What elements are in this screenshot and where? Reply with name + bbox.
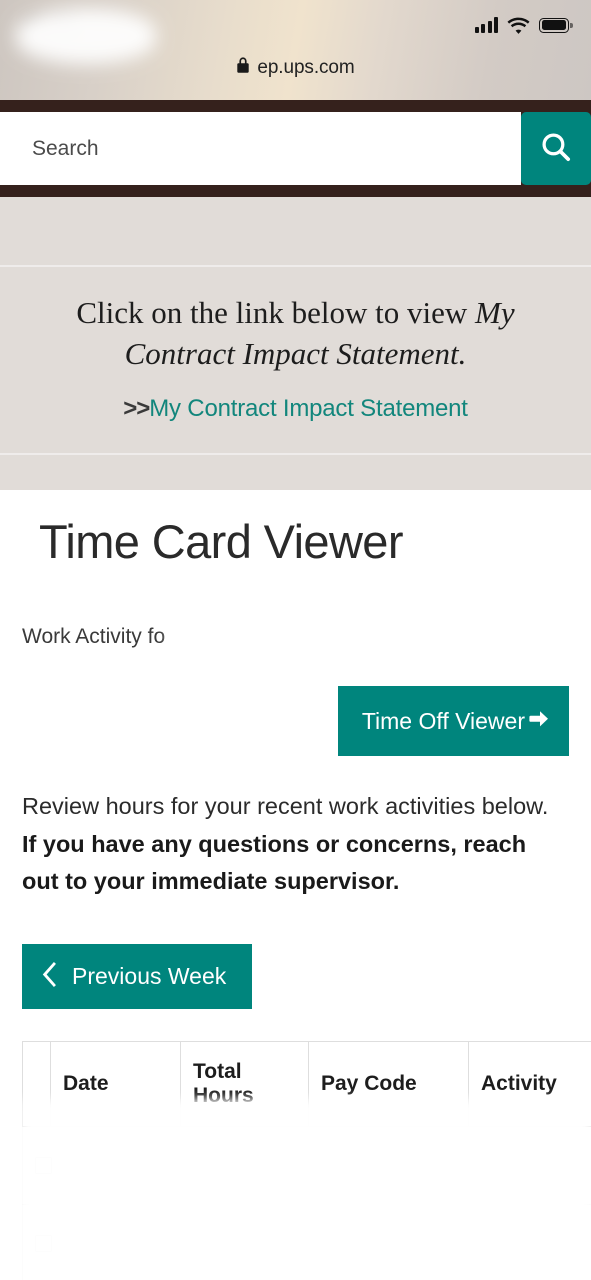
cell-pay-code [308, 1204, 469, 1280]
url-text: ep.ups.com [257, 56, 355, 78]
column-header-select [22, 1041, 51, 1128]
banner-heading-plain: Click on the link below to view [76, 295, 476, 330]
cellular-signal-icon [474, 17, 498, 33]
column-header-total-hours: Total Hours [180, 1041, 309, 1128]
wifi-icon [507, 17, 530, 34]
table-header-row: Date Total Hours Pay Code Activity [22, 1041, 591, 1128]
previous-week-button[interactable]: Previous Week [22, 944, 253, 1010]
banner-link-row: >>My Contract Impact Statement [18, 395, 573, 423]
contract-impact-banner: Click on the link below to view My Contr… [0, 265, 591, 453]
contract-impact-statement-link[interactable]: My Contract Impact Statement [149, 395, 468, 422]
column-header-activity: Activity [468, 1041, 591, 1128]
page-title: Time Card Viewer [39, 514, 404, 568]
cell-total-hours [180, 1204, 309, 1280]
intro-paragraph: Review hours for your recent work activi… [22, 793, 549, 820]
address-bar[interactable]: ep.ups.com [0, 56, 591, 79]
table-row[interactable] [22, 1204, 591, 1280]
cell-activity [468, 1204, 591, 1280]
banner-bottom-band [0, 452, 591, 490]
time-off-viewer-button[interactable]: Time Off Viewer [337, 686, 569, 757]
timecard-table-scroll[interactable]: Date Total Hours Pay Code Activity [22, 1041, 591, 1280]
ios-status-bar: 07:53 [0, 0, 591, 64]
main-content: Time Card Viewer Work Activity fo Time O… [0, 489, 591, 1280]
time-off-viewer-label: Time Off Viewer [361, 707, 525, 734]
banner-heading: Click on the link below to view My Contr… [18, 293, 573, 375]
work-activity-text: Work Activity fo [22, 625, 166, 649]
search-icon [539, 130, 573, 167]
header-spacer-band [0, 197, 591, 265]
battery-full-icon [539, 17, 573, 33]
status-bar-icons [474, 17, 573, 34]
previous-week-label: Previous Week [72, 963, 227, 990]
link-chevrons: >> [123, 394, 150, 422]
cell-date [50, 1126, 181, 1206]
status-bar-clock: 07:53 [26, 14, 77, 35]
work-activity-redaction-blur [170, 625, 569, 654]
cell-activity [468, 1126, 591, 1206]
chevron-left-icon [42, 962, 59, 991]
row-checkbox[interactable] [35, 1235, 52, 1253]
search-bar [0, 112, 591, 185]
search-submit-button[interactable] [521, 112, 591, 185]
search-input[interactable] [0, 112, 521, 185]
row-checkbox[interactable] [35, 1157, 52, 1175]
timecard-table: Date Total Hours Pay Code Activity [22, 1041, 591, 1280]
row-select-cell[interactable] [22, 1126, 52, 1206]
site-header [0, 100, 591, 197]
cell-total-hours [180, 1126, 309, 1206]
row-select-cell[interactable] [22, 1204, 52, 1280]
timecard-table-head: Date Total Hours Pay Code Activity [22, 1041, 591, 1128]
work-activity-label: Work Activity fo [22, 625, 569, 654]
arrow-right-icon [526, 708, 552, 734]
column-header-pay-code: Pay Code [308, 1041, 469, 1128]
table-row[interactable] [22, 1126, 591, 1206]
browser-chrome: 07:53 ep.ups.com [0, 0, 591, 100]
notice-paragraph: If you have any questions or concerns, r… [22, 830, 527, 895]
time-off-button-row: Time Off Viewer [22, 686, 569, 757]
mobile-screen: 07:53 ep.ups.com Search Click on the lin… [0, 0, 591, 1280]
cell-pay-code [308, 1126, 469, 1206]
column-header-date: Date [50, 1041, 181, 1128]
lock-icon [236, 56, 250, 79]
cell-date [50, 1204, 181, 1280]
timecard-table-body [22, 1126, 591, 1280]
